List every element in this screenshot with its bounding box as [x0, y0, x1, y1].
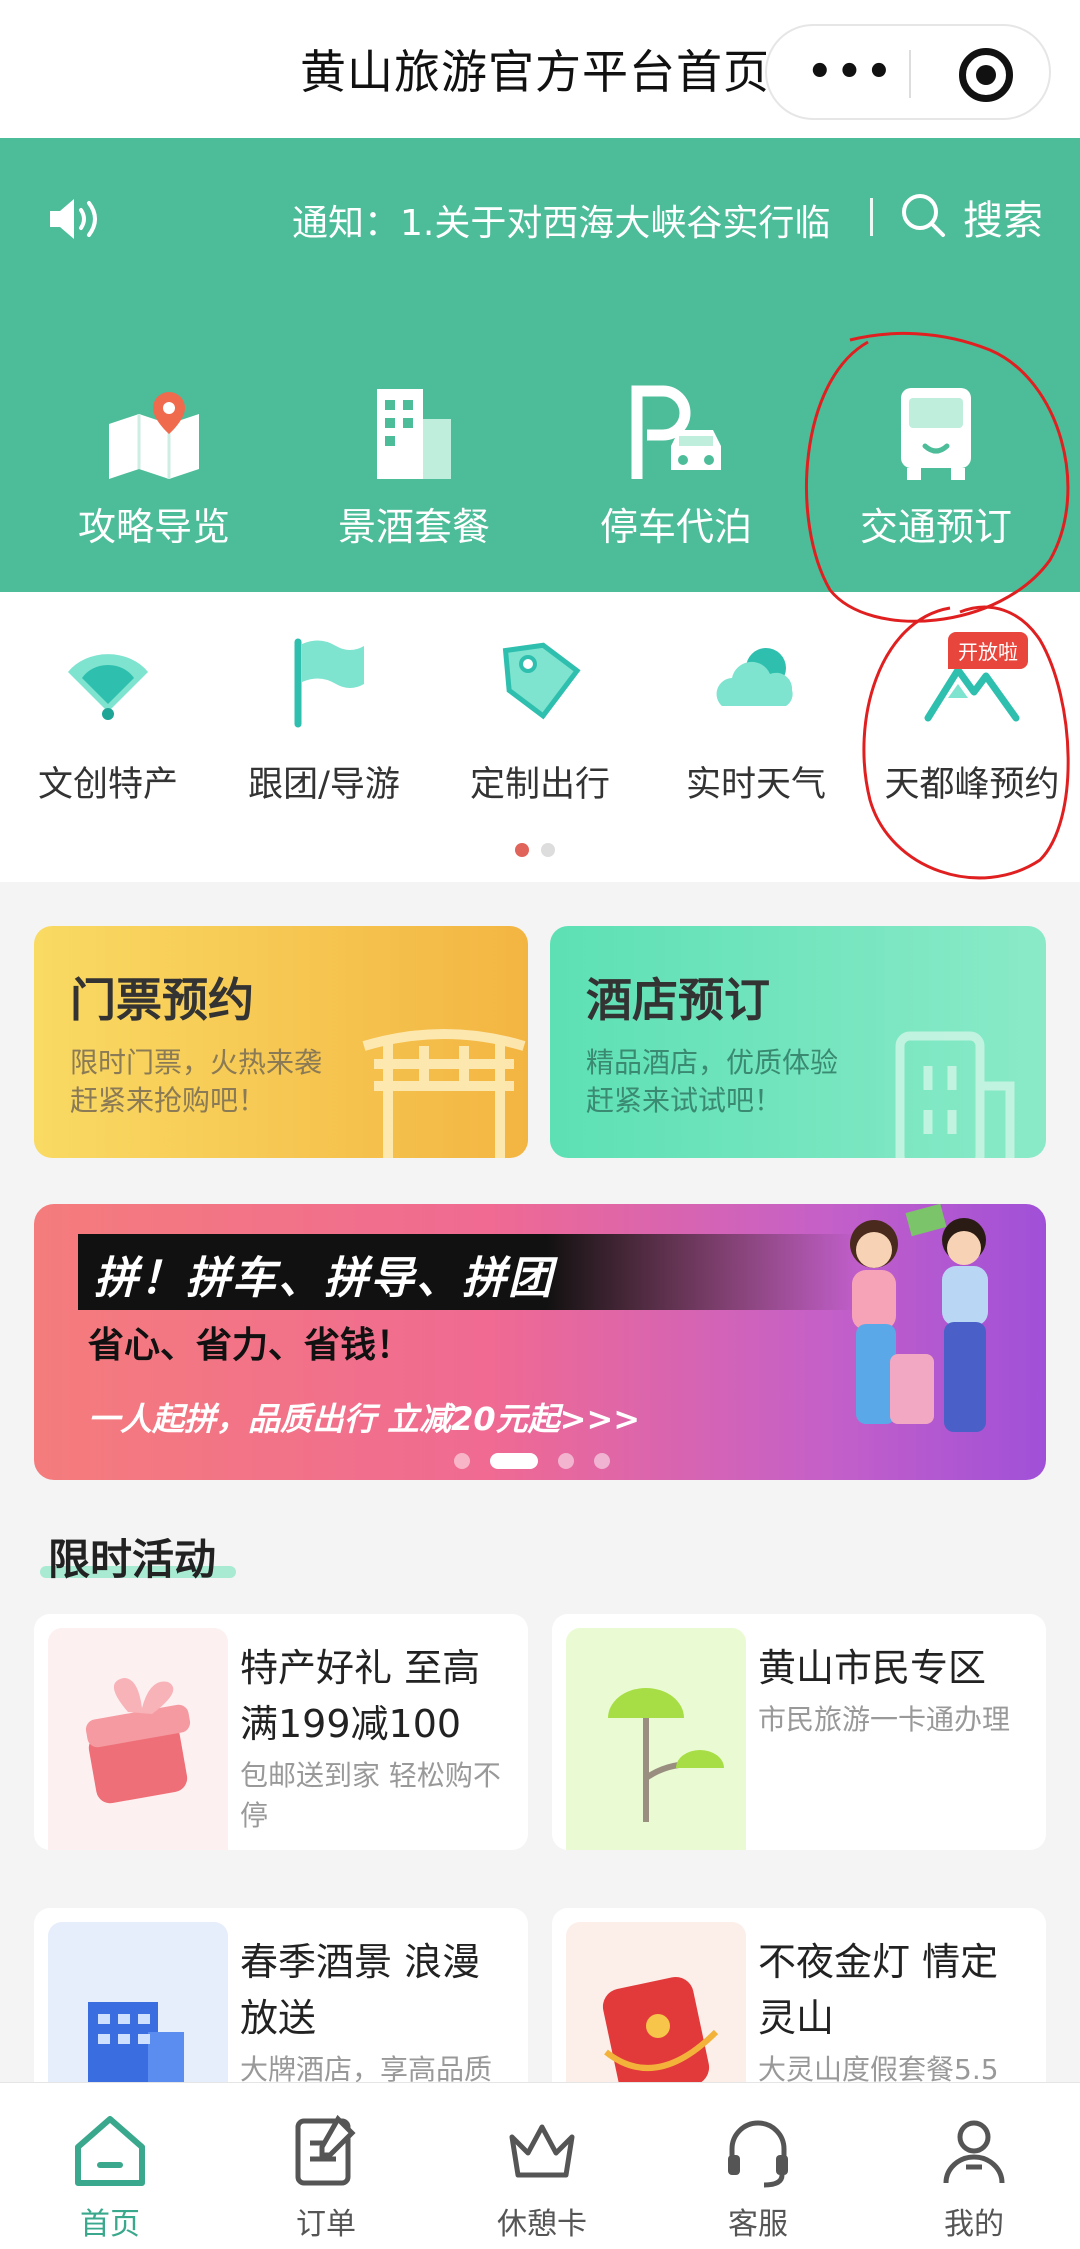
activity-title: 春季酒景 浪漫放送 [240, 1940, 481, 2040]
cloud-icon [716, 648, 793, 706]
secondary-nav: 文创特产 跟团/导游 定制出行 实时天气 天都峰预约 开放啦 [0, 592, 1080, 882]
banner-title: 拼！拼车、拼导、拼团 [94, 1253, 554, 1304]
tab-rest-card-label: 休憩卡 [497, 2207, 587, 2242]
activity-card-gift[interactable]: 特产好礼 至高满199减100 包邮送到家 轻松购不停 [34, 1614, 528, 1850]
bus-icon [901, 388, 971, 480]
close-target-icon[interactable] [959, 48, 1013, 102]
pager-dot-active[interactable] [515, 843, 529, 857]
page-title: 黄山旅游官方平台首页 [300, 45, 770, 99]
activity-subtitle: 市民旅游一卡通办理 [758, 1703, 1011, 1736]
gift-box-icon [85, 1678, 191, 1804]
activities-title: 限时活动 [48, 1535, 217, 1584]
hotel-card-title: 酒店预订 [586, 973, 770, 1027]
parking-icon [631, 385, 721, 479]
notice-divider [870, 198, 873, 236]
activity-title: 特产好礼 至高满199减100 [240, 1646, 481, 1746]
tab-home-label: 首页 [80, 2207, 140, 2242]
subnav-tour[interactable]: 跟团/导游 [216, 632, 432, 807]
subnav-pager [515, 842, 567, 861]
fan-icon [68, 654, 148, 720]
nav-transport-label: 交通预订 [859, 505, 1012, 549]
ticket-card-line2: 赶紧来抢购吧！ [70, 1084, 267, 1117]
tag-icon [502, 642, 581, 720]
hotel-card-line2: 赶紧来试试吧！ [586, 1084, 783, 1117]
bottom-tab-bar: 首页 订单 休憩卡 客服 我的 [0, 2082, 1080, 2249]
activity-title: 不夜金灯 情定灵山 [758, 1940, 999, 2040]
tab-orders[interactable]: 订单 [256, 2113, 396, 2243]
subnav-creative[interactable]: 文创特产 [0, 632, 216, 807]
subnav-custom[interactable]: 定制出行 [432, 632, 648, 807]
banner-dot[interactable] [454, 1452, 470, 1469]
activity-thumb [566, 1628, 746, 1850]
banner-dot[interactable] [558, 1452, 574, 1469]
subnav-custom-label: 定制出行 [469, 765, 610, 805]
notice-marquee[interactable]: 通知：1.关于对西海大峡谷实行临 [292, 194, 830, 246]
open-badge: 开放啦 [948, 632, 1028, 669]
nav-parking[interactable]: 停车代泊 [546, 384, 806, 551]
hotel-card-line1: 精品酒店，优质体验 [586, 1046, 839, 1079]
activity-title: 黄山市民专区 [758, 1646, 987, 1690]
nav-package-label: 景酒套餐 [337, 505, 490, 549]
banner-pager [454, 1450, 630, 1469]
nav-package[interactable]: 景酒套餐 [284, 384, 544, 551]
tab-orders-label: 订单 [296, 2207, 356, 2242]
mini-program-capsule: ••• [765, 24, 1051, 120]
tab-rest-card[interactable]: 休憩卡 [472, 2113, 612, 2243]
banner-dot[interactable] [594, 1452, 610, 1469]
tab-mine-label: 我的 [944, 2207, 1004, 2242]
map-pin-icon [109, 392, 199, 479]
subnav-creative-label: 文创特产 [37, 765, 178, 805]
ticket-card-subtitle: 限时门票，火热来袭 赶紧来抢购吧！ [70, 1044, 322, 1120]
nav-guide[interactable]: 攻略导览 [24, 384, 284, 551]
ticket-card-title: 门票预约 [70, 973, 254, 1027]
activity-card-citizen[interactable]: 黄山市民专区 市民旅游一卡通办理 [552, 1614, 1046, 1850]
tab-service[interactable]: 客服 [688, 2113, 828, 2243]
tab-home[interactable]: 首页 [40, 2113, 180, 2243]
tab-service-label: 客服 [728, 2207, 788, 2242]
plant-icon [608, 1688, 724, 1822]
subnav-weather-label: 实时天气 [685, 765, 826, 805]
search-icon[interactable] [900, 192, 946, 238]
order-edit-icon [295, 2114, 356, 2186]
title-bar: 黄山旅游官方平台首页 ••• [0, 0, 1080, 138]
banner-cta: 一人起拼，品质出行 立减20元起>>> [88, 1400, 641, 1438]
search-button[interactable]: 搜索 [963, 188, 1043, 246]
nav-guide-label: 攻略导览 [77, 505, 230, 549]
promo-banner[interactable]: 拼！拼车、拼导、拼团 省心、省力、省钱！ 一人起拼，品质出行 立减20元起>>> [34, 1204, 1046, 1480]
activity-thumb [48, 1628, 228, 1850]
header-panel: 通知：1.关于对西海大峡谷实行临 搜索 攻略导览 景酒套餐 停车代泊 交通预订 [0, 138, 1080, 592]
ticket-card-line1: 限时门票，火热来袭 [70, 1046, 323, 1079]
home-icon [75, 2116, 145, 2186]
flag-icon [294, 638, 364, 728]
banner-dot-active[interactable] [490, 1452, 538, 1469]
subnav-tiandu-label: 天都峰预约 [884, 765, 1060, 805]
pager-dot[interactable] [541, 843, 555, 857]
banner-subtitle: 省心、省力、省钱！ [88, 1325, 413, 1366]
subnav-tour-label: 跟团/导游 [248, 765, 400, 805]
building-icon [377, 389, 451, 479]
speaker-icon [50, 199, 97, 239]
hotel-card[interactable]: 酒店预订 精品酒店，优质体验 赶紧来试试吧！ [550, 926, 1046, 1158]
hotel-building-icon [895, 1031, 1015, 1158]
activity-subtitle: 包邮送到家 轻松购不停 [240, 1759, 501, 1832]
capsule-divider [909, 50, 911, 98]
user-icon [943, 2120, 1005, 2184]
gate-icon [362, 1029, 526, 1158]
headset-icon [728, 2120, 788, 2188]
crown-icon [509, 2124, 575, 2178]
hotel-card-subtitle: 精品酒店，优质体验 赶紧来试试吧！ [586, 1044, 838, 1120]
nav-parking-label: 停车代泊 [599, 505, 752, 549]
more-menu-button[interactable]: ••• [807, 52, 896, 92]
nav-transport[interactable]: 交通预订 [806, 384, 1066, 551]
ticket-card[interactable]: 门票预约 限时门票，火热来袭 赶紧来抢购吧！ [34, 926, 528, 1158]
subnav-weather[interactable]: 实时天气 [648, 632, 864, 807]
tab-mine[interactable]: 我的 [904, 2113, 1044, 2243]
travelers-illustration [850, 1204, 988, 1432]
